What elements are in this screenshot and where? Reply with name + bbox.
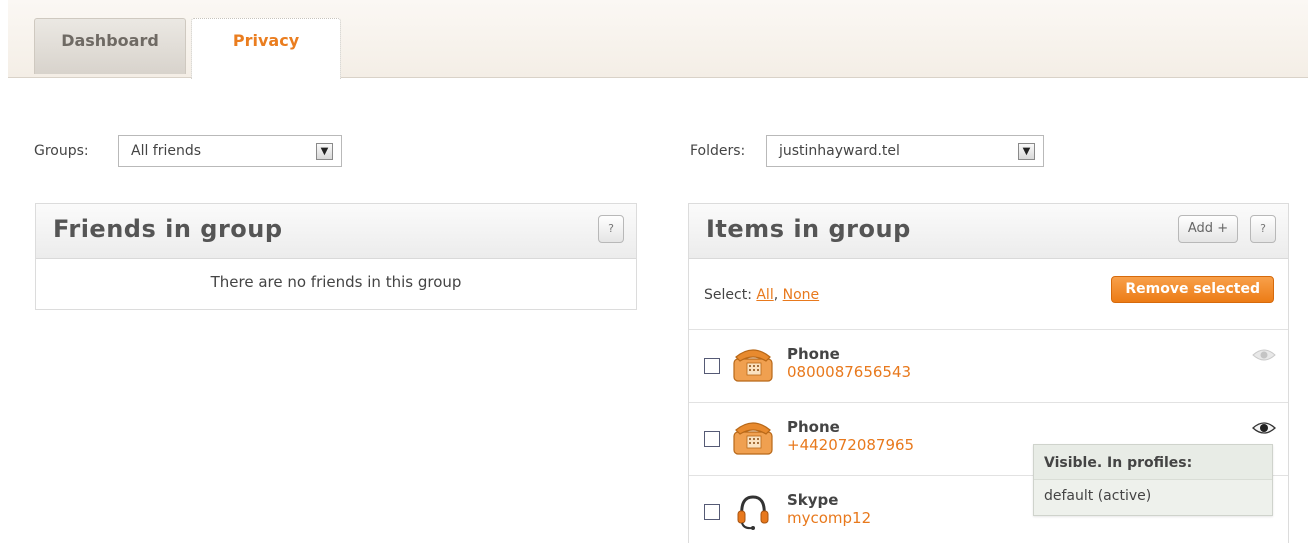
friends-panel: Friends in group ? There are no friends … xyxy=(35,203,637,310)
groups-select[interactable]: All friends ▼ xyxy=(118,135,342,167)
phone-icon xyxy=(733,349,773,382)
item-value[interactable]: 0800087656543 xyxy=(787,363,911,381)
chevron-down-icon[interactable]: ▼ xyxy=(316,143,333,160)
groups-select-value: All friends xyxy=(131,143,202,159)
eye-icon[interactable] xyxy=(1252,348,1276,362)
select-none-link[interactable]: None xyxy=(783,287,820,303)
visibility-tooltip: Visible. In profiles: default (active) xyxy=(1033,444,1273,516)
select-label: Select: xyxy=(704,287,752,303)
tab-bar: Dashboard Privacy xyxy=(8,0,1308,79)
add-item-button[interactable]: Add + xyxy=(1178,215,1238,243)
phone-icon xyxy=(733,422,773,455)
chevron-down-icon[interactable]: ▼ xyxy=(1018,143,1035,160)
friends-panel-header: Friends in group ? xyxy=(36,204,636,259)
items-help-button[interactable]: ? xyxy=(1250,215,1276,243)
select-separator: , xyxy=(773,287,779,303)
tooltip-title: Visible. In profiles: xyxy=(1034,445,1272,480)
select-controls: Select: All, None xyxy=(704,287,819,303)
tab-dashboard[interactable]: Dashboard xyxy=(34,18,186,74)
list-item: Phone 0800087656543 xyxy=(689,330,1288,403)
item-type: Phone xyxy=(787,345,840,363)
item-type: Skype xyxy=(787,491,839,509)
tooltip-body: default (active) xyxy=(1044,488,1152,504)
empty-message: There are no friends in this group xyxy=(210,273,462,291)
friends-panel-title: Friends in group xyxy=(53,215,283,243)
groups-label: Groups: xyxy=(34,143,89,159)
select-row: Select: All, None Remove selected xyxy=(689,259,1288,330)
remove-selected-button[interactable]: Remove selected xyxy=(1111,276,1274,303)
folders-select-value: justinhayward.tel xyxy=(779,143,900,159)
item-checkbox[interactable] xyxy=(704,358,720,374)
item-checkbox[interactable] xyxy=(704,504,720,520)
tab-privacy[interactable]: Privacy xyxy=(191,18,341,79)
headset-icon xyxy=(737,495,769,530)
items-panel-header: Items in group Add + ? xyxy=(689,204,1288,259)
folders-label: Folders: xyxy=(690,143,746,159)
friends-help-button[interactable]: ? xyxy=(598,215,624,243)
item-type: Phone xyxy=(787,418,840,436)
items-panel-title: Items in group xyxy=(706,215,911,243)
eye-icon[interactable] xyxy=(1252,421,1276,435)
item-value[interactable]: +442072087965 xyxy=(787,436,914,454)
folders-select[interactable]: justinhayward.tel ▼ xyxy=(766,135,1044,167)
select-all-link[interactable]: All xyxy=(756,287,773,303)
item-value[interactable]: mycomp12 xyxy=(787,509,871,527)
item-checkbox[interactable] xyxy=(704,431,720,447)
